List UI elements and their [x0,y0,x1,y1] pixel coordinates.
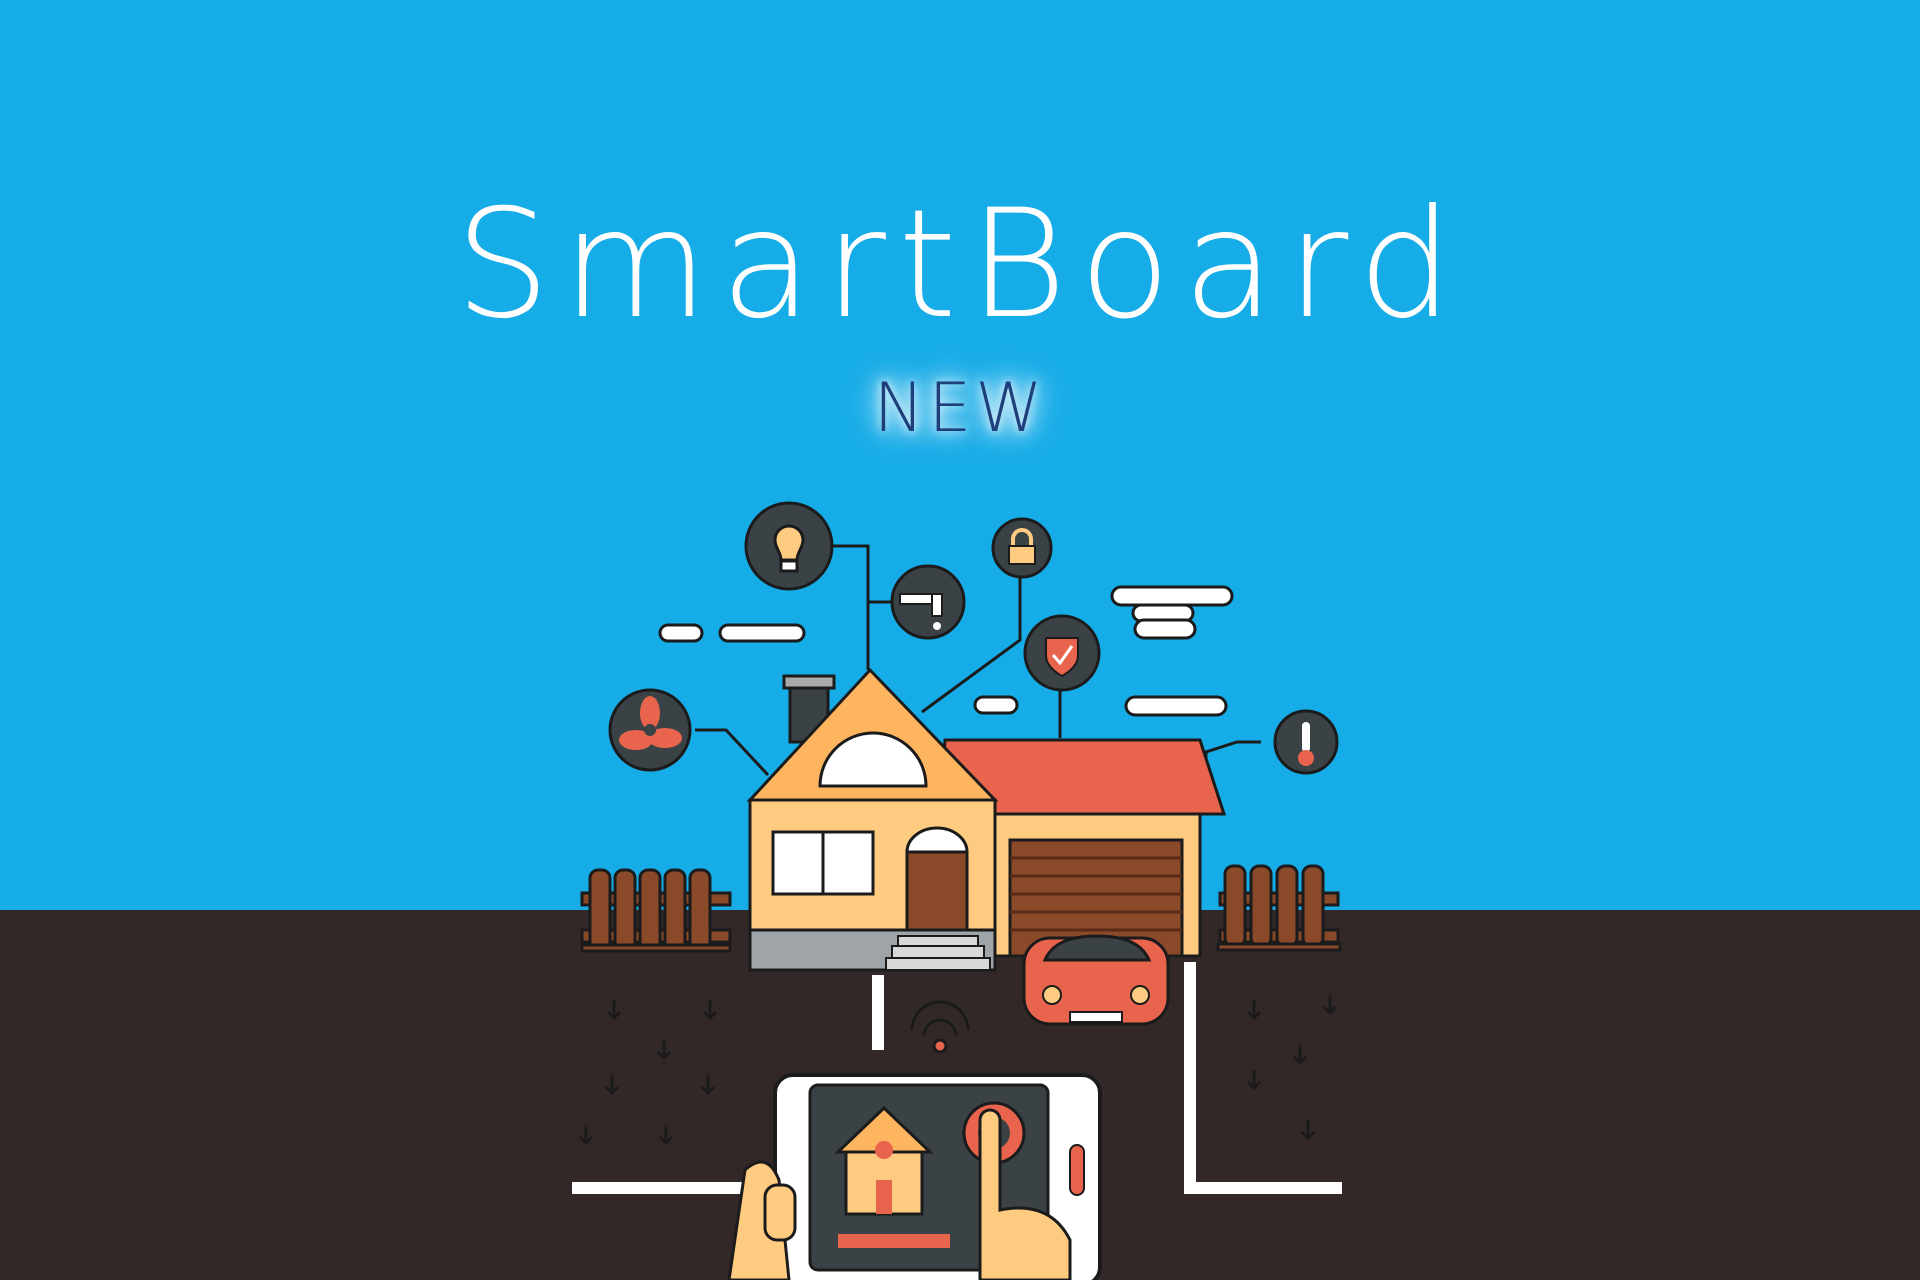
car [1022,934,1170,1026]
fence-right [1216,864,1342,952]
fan-icon [608,688,692,772]
faucet-icon [890,564,966,640]
wifi-icon [910,1000,970,1054]
shield-icon [1023,614,1101,692]
lock-icon [991,517,1053,579]
thermometer-icon [1273,709,1339,775]
house [746,667,999,972]
fence-left [580,868,732,953]
smart-home-illustration [572,501,1342,1280]
bulb-icon [744,501,834,591]
